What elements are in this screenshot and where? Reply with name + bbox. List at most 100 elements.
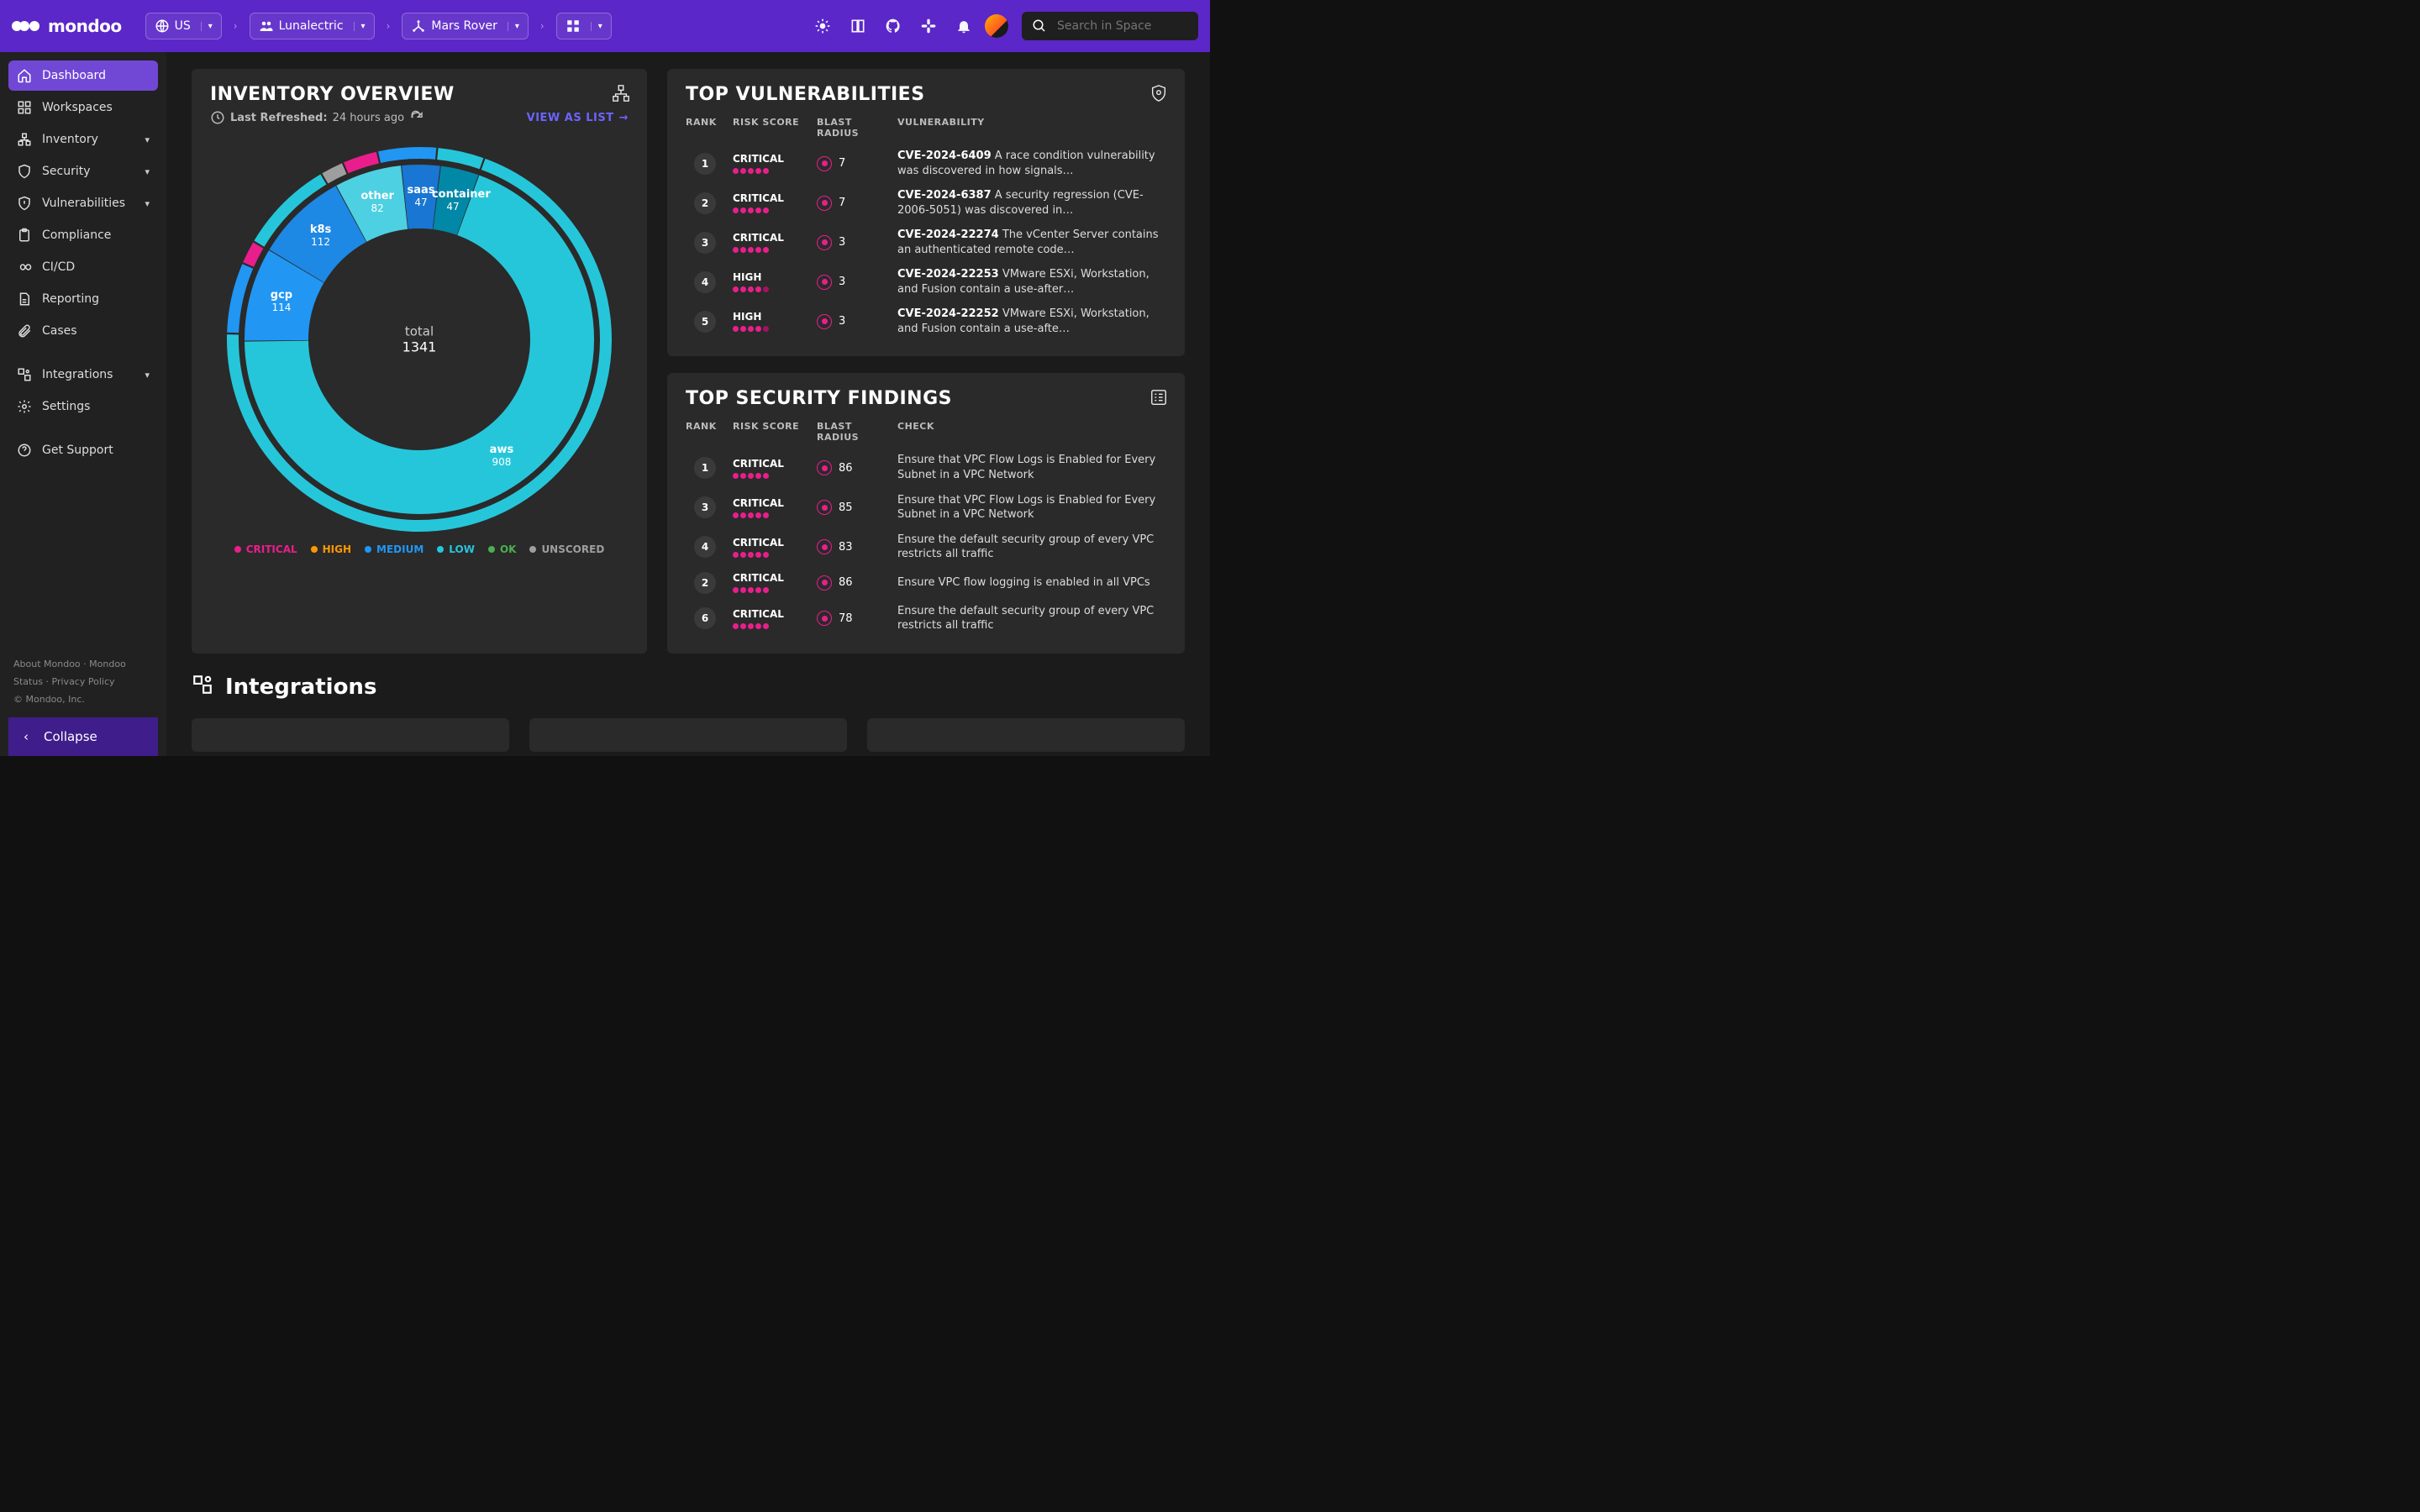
blast-radius-icon	[817, 275, 832, 290]
th-rank: RANK	[686, 117, 733, 139]
finding-description: Ensure the default security group of eve…	[897, 604, 1166, 633]
blast-radius-icon	[817, 460, 832, 475]
sidebar-item-label: Security	[42, 165, 134, 178]
breadcrumb-region[interactable]: US ▾	[145, 13, 222, 39]
sidebar-item-cases[interactable]: Cases	[8, 316, 158, 346]
risk-label: CRITICAL	[733, 232, 784, 244]
shield-bug-icon[interactable]	[1150, 84, 1168, 106]
finding-description: Ensure VPC flow logging is enabled in al…	[897, 575, 1166, 591]
risk-dots	[733, 247, 817, 253]
sidebar-item-settings[interactable]: Settings	[8, 391, 158, 422]
breadcrumb-workspace[interactable]: ▾	[556, 13, 612, 39]
last-refreshed-value: 24 hours ago	[333, 112, 405, 124]
table-row[interactable]: 1 CRITICAL 7 CVE-2024-6409 A race condit…	[686, 144, 1166, 183]
legend-item[interactable]: LOW	[437, 543, 475, 555]
slack-icon[interactable]	[914, 12, 943, 40]
brand-logo[interactable]: mondoo	[12, 16, 122, 36]
integrations-icon	[192, 674, 213, 701]
sidebar-collapse-button[interactable]: ‹ Collapse	[8, 717, 158, 756]
report-icon	[17, 291, 32, 307]
shield-alert-icon	[17, 196, 32, 211]
top-bar: mondoo US ▾ › Lunalectric ▾ › Mars Rover…	[0, 0, 1210, 52]
table-row[interactable]: 2 CRITICAL 7 CVE-2024-6387 A security re…	[686, 183, 1166, 223]
breadcrumb-space[interactable]: Mars Rover ▾	[402, 13, 529, 39]
clock-icon	[210, 110, 225, 125]
footer-links[interactable]: About Mondoo · Mondoo Status · Privacy P…	[13, 656, 153, 691]
brand-name: mondoo	[48, 16, 122, 36]
sidebar-item-inventory[interactable]: Inventory ▾	[8, 124, 158, 155]
risk-label: HIGH	[733, 311, 761, 323]
view-as-list-label: VIEW AS LIST	[527, 112, 614, 124]
integrations-heading: Integrations	[192, 674, 1185, 701]
table-row[interactable]: 4 HIGH 3 CVE-2024-22253 VMware ESXi, Wor…	[686, 262, 1166, 302]
legend-item[interactable]: OK	[488, 543, 517, 555]
integration-card[interactable]	[529, 718, 847, 752]
vuln-description: CVE-2024-22274 The vCenter Server contai…	[897, 228, 1166, 257]
blast-radius-icon	[817, 314, 832, 329]
blast-radius-icon	[817, 500, 832, 515]
people-icon	[259, 18, 274, 34]
docs-icon[interactable]	[844, 12, 872, 40]
chevron-down-icon: ▾	[145, 198, 150, 209]
th-rank: RANK	[686, 421, 733, 443]
refresh-icon[interactable]	[409, 110, 424, 125]
rank-badge: 1	[694, 457, 716, 479]
table-row[interactable]: 1 CRITICAL 86 Ensure that VPC Flow Logs …	[686, 448, 1166, 487]
table-row[interactable]: 5 HIGH 3 CVE-2024-22252 VMware ESXi, Wor…	[686, 302, 1166, 341]
chevron-down-icon: ▾	[508, 22, 519, 31]
table-row[interactable]: 3 CRITICAL 3 CVE-2024-22274 The vCenter …	[686, 223, 1166, 262]
table-row[interactable]: 6 CRITICAL 78 Ensure the default securit…	[686, 599, 1166, 638]
breadcrumb-org[interactable]: Lunalectric ▾	[250, 13, 375, 39]
hierarchy-icon[interactable]	[612, 84, 630, 106]
brand-glyph-icon	[12, 21, 39, 31]
sidebar-item-label: Dashboard	[42, 69, 106, 82]
th-blast: BLAST RADIUS	[817, 117, 897, 139]
legend-item[interactable]: MEDIUM	[365, 543, 424, 555]
legend-item[interactable]: UNSCORED	[529, 543, 604, 555]
rank-badge: 6	[694, 607, 716, 629]
arrow-right-icon: →	[619, 112, 629, 124]
integration-card[interactable]	[867, 718, 1185, 752]
sidebar-item-label: Compliance	[42, 228, 111, 242]
sidebar-item-reporting[interactable]: Reporting	[8, 284, 158, 314]
table-row[interactable]: 2 CRITICAL 86 Ensure VPC flow logging is…	[686, 567, 1166, 599]
legend-item[interactable]: HIGH	[311, 543, 351, 555]
inventory-icon	[17, 132, 32, 147]
checklist-icon[interactable]	[1150, 388, 1168, 410]
integration-card[interactable]	[192, 718, 509, 752]
bell-icon[interactable]	[950, 12, 978, 40]
github-icon[interactable]	[879, 12, 908, 40]
top-findings-card: TOP SECURITY FINDINGS RANK RISK SCORE BL…	[667, 373, 1185, 653]
sidebar-item-dashboard[interactable]: Dashboard	[8, 60, 158, 91]
search-input[interactable]	[1055, 18, 1188, 34]
th-blast: BLAST RADIUS	[817, 421, 897, 443]
rank-badge: 3	[694, 232, 716, 254]
table-row[interactable]: 4 CRITICAL 83 Ensure the default securit…	[686, 528, 1166, 567]
sidebar-item-support[interactable]: Get Support	[8, 435, 158, 465]
theme-toggle-icon[interactable]	[808, 12, 837, 40]
rank-badge: 3	[694, 496, 716, 518]
sidebar-item-integrations[interactable]: Integrations ▾	[8, 360, 158, 390]
sidebar-item-cicd[interactable]: CI/CD	[8, 252, 158, 282]
chevron-down-icon: ▾	[145, 166, 150, 177]
view-as-list-link[interactable]: VIEW AS LIST →	[527, 112, 629, 124]
risk-label: CRITICAL	[733, 497, 784, 509]
user-avatar[interactable]	[985, 14, 1008, 38]
table-row[interactable]: 3 CRITICAL 85 Ensure that VPC Flow Logs …	[686, 488, 1166, 528]
legend-item[interactable]: CRITICAL	[234, 543, 297, 555]
sidebar-item-vulnerabilities[interactable]: Vulnerabilities ▾	[8, 188, 158, 218]
blast-radius-icon	[817, 156, 832, 171]
gear-icon	[17, 399, 32, 414]
sidebar-item-workspaces[interactable]: Workspaces	[8, 92, 158, 123]
top-vuln-title: TOP VULNERABILITIES	[686, 84, 1166, 105]
search-box[interactable]	[1022, 12, 1198, 40]
chevron-down-icon: ▾	[354, 22, 366, 31]
inventory-title: INVENTORY OVERVIEW	[210, 84, 629, 105]
sidebar-item-security[interactable]: Security ▾	[8, 156, 158, 186]
breadcrumb-org-label: Lunalectric	[279, 19, 344, 33]
infinity-icon	[17, 260, 32, 275]
sidebar-item-compliance[interactable]: Compliance	[8, 220, 158, 250]
blast-value: 83	[839, 541, 853, 554]
inventory-donut-chart[interactable]: total 1341 aws908gcp114k8s112other82saas…	[222, 142, 617, 537]
blast-value: 3	[839, 236, 845, 249]
